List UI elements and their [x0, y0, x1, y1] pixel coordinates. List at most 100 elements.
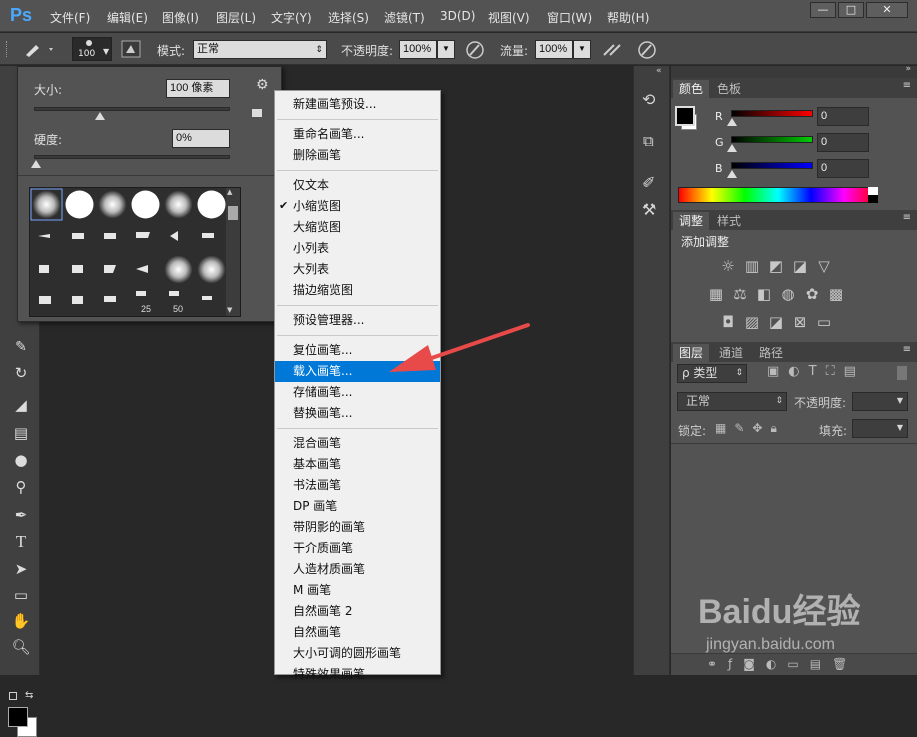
foreground-swatch[interactable] [675, 106, 695, 126]
brush-thumb-tip[interactable] [136, 291, 146, 296]
opacity-dropdown-icon[interactable]: ▼ [437, 40, 455, 59]
brush-thumb-tip[interactable] [136, 265, 148, 273]
menu-item[interactable]: 窗口(W) [547, 9, 592, 26]
menu-item[interactable]: 小列表 [275, 238, 440, 259]
tab-layers[interactable]: 图层 [673, 344, 710, 362]
brush-thumb-tip[interactable] [104, 296, 116, 302]
brush-thumb-tip[interactable] [202, 233, 214, 238]
brush-thumb-tip[interactable] [72, 233, 84, 239]
channel-slider[interactable] [731, 136, 813, 143]
channel-value[interactable]: 0 [817, 133, 869, 152]
brush-thumb-tip[interactable] [104, 265, 116, 273]
menu-item[interactable]: 删除画笔 [275, 145, 440, 166]
gear-icon[interactable]: ⚙ [256, 77, 269, 93]
posterize-icon[interactable]: ▨ [743, 313, 761, 331]
brush-thumb-soft-round[interactable] [32, 190, 61, 219]
channel-value[interactable]: 0 [817, 107, 869, 126]
airbrush-icon[interactable] [601, 40, 623, 60]
menu-item[interactable]: 大缩览图 [275, 217, 440, 238]
hardness-slider-thumb[interactable] [31, 160, 41, 168]
levels-icon[interactable]: ▥ [743, 257, 761, 275]
brush-thumb-hard-round[interactable] [65, 190, 94, 219]
layer-opacity-input[interactable]: ▼ [852, 392, 908, 411]
menu-item[interactable]: 选择(S) [328, 9, 369, 26]
brush-thumb-tip[interactable] [136, 232, 150, 238]
vibrance-icon[interactable]: ▽ [815, 257, 833, 275]
channel-slider[interactable] [731, 162, 813, 169]
menu-item[interactable]: 仅文本 [275, 175, 440, 196]
scroll-thumb[interactable] [228, 206, 238, 220]
menu-item[interactable]: DP 画笔 [275, 496, 440, 517]
menu-item[interactable]: 基本画笔 [275, 454, 440, 475]
channel-slider[interactable] [731, 110, 813, 117]
new-preset-icon[interactable] [252, 109, 262, 117]
swap-colors-icon[interactable]: ⇆ [25, 690, 33, 701]
color-balance-icon[interactable]: ⚖ [731, 285, 749, 303]
menu-item[interactable]: 图层(L) [216, 9, 256, 26]
brush-thumb-tip[interactable] [38, 234, 50, 238]
menu-item[interactable]: 重命名画笔... [275, 124, 440, 145]
channel-slider-thumb[interactable] [727, 118, 737, 126]
layer-filter-select[interactable]: ρ 类型 ⇕ [677, 364, 747, 383]
brush-thumb-tip[interactable] [170, 231, 178, 241]
size-slider[interactable] [34, 107, 230, 120]
brush-thumb-tip[interactable] [202, 296, 212, 300]
brush-panel-icon[interactable]: ✐ [642, 173, 655, 192]
brush-panel-toggle-icon[interactable] [121, 40, 141, 58]
brush-thumb-tip[interactable] [104, 233, 116, 239]
menu-item[interactable]: 3D(D) [440, 9, 475, 23]
gradient-map-icon[interactable]: ▭ [815, 313, 833, 331]
hue-sat-icon[interactable]: ▦ [707, 285, 725, 303]
menu-item[interactable]: 文件(F) [50, 9, 90, 26]
type-tool-icon[interactable]: T [10, 531, 32, 553]
photo-filter-icon[interactable]: ◍ [779, 285, 797, 303]
path-select-icon[interactable]: ➤ [10, 558, 32, 580]
menu-item[interactable]: 干介质画笔 [275, 538, 440, 559]
zoom-icon[interactable]: 🔍︎ [10, 636, 32, 658]
panel-menu-icon[interactable]: ≡ [903, 212, 911, 223]
3d-panel-icon[interactable]: ⧉ [643, 132, 654, 150]
menu-item[interactable]: M 画笔 [275, 580, 440, 601]
healing-brush-icon[interactable]: ✎ [10, 336, 32, 358]
brush-presets-icon[interactable]: ⚒ [642, 200, 656, 219]
menu-item[interactable]: 预设管理器... [275, 310, 440, 331]
hardness-slider[interactable] [31, 155, 230, 168]
maximize-button[interactable]: □ [838, 2, 864, 18]
default-colors-icon[interactable] [9, 692, 17, 700]
menu-item[interactable]: 替换画笔... [275, 403, 440, 424]
exposure-icon[interactable]: ◪ [791, 257, 809, 275]
menu-item[interactable]: 自然画笔 [275, 622, 440, 643]
brush-thumb-tip[interactable] [39, 265, 49, 273]
menu-item[interactable]: 帮助(H) [607, 9, 649, 26]
menu-item[interactable]: 图像(I) [162, 9, 199, 26]
brush-thumb-soft-round[interactable] [164, 255, 193, 284]
menu-item[interactable]: 文字(Y) [271, 9, 312, 26]
layer-filter-icons[interactable]: ▣◐T⛶▤ [767, 364, 865, 379]
curves-icon[interactable]: ◩ [767, 257, 785, 275]
blur-icon[interactable]: ● [10, 449, 32, 471]
black-white-icon[interactable]: ◧ [755, 285, 773, 303]
pressure-size-icon[interactable] [637, 40, 657, 60]
tab-styles[interactable]: 样式 [711, 212, 747, 230]
pressure-opacity-icon[interactable] [465, 40, 485, 60]
tab-color[interactable]: 颜色 [673, 80, 710, 98]
panel-menu-icon[interactable]: ≡ [903, 344, 911, 355]
fill-input[interactable]: ▼ [852, 419, 908, 438]
menu-item[interactable]: 复位画笔... [275, 340, 440, 361]
selective-color-icon[interactable]: ⊠ [791, 313, 809, 331]
color-lookup-icon[interactable]: ▩ [827, 285, 845, 303]
pen-icon[interactable]: ✒ [10, 504, 32, 526]
menu-item[interactable]: 载入画笔... [275, 361, 440, 382]
brush-thumb-tip[interactable] [72, 265, 83, 273]
foreground-color-swatch[interactable] [8, 707, 28, 727]
menu-item[interactable]: 大小可调的圆形画笔 [275, 643, 440, 664]
scroll-down-icon[interactable]: ▼ [227, 306, 232, 314]
brush-thumb-soft-round[interactable] [164, 190, 193, 219]
brush-thumb-tip[interactable] [39, 296, 51, 304]
collapse-icon[interactable]: » [905, 64, 911, 74]
menu-item[interactable]: 编辑(E) [107, 9, 148, 26]
channel-mixer-icon[interactable]: ✿ [803, 285, 821, 303]
tab-swatches[interactable]: 色板 [711, 80, 747, 98]
tab-adjustments[interactable]: 调整 [673, 212, 710, 230]
threshold-icon[interactable]: ◪ [767, 313, 785, 331]
